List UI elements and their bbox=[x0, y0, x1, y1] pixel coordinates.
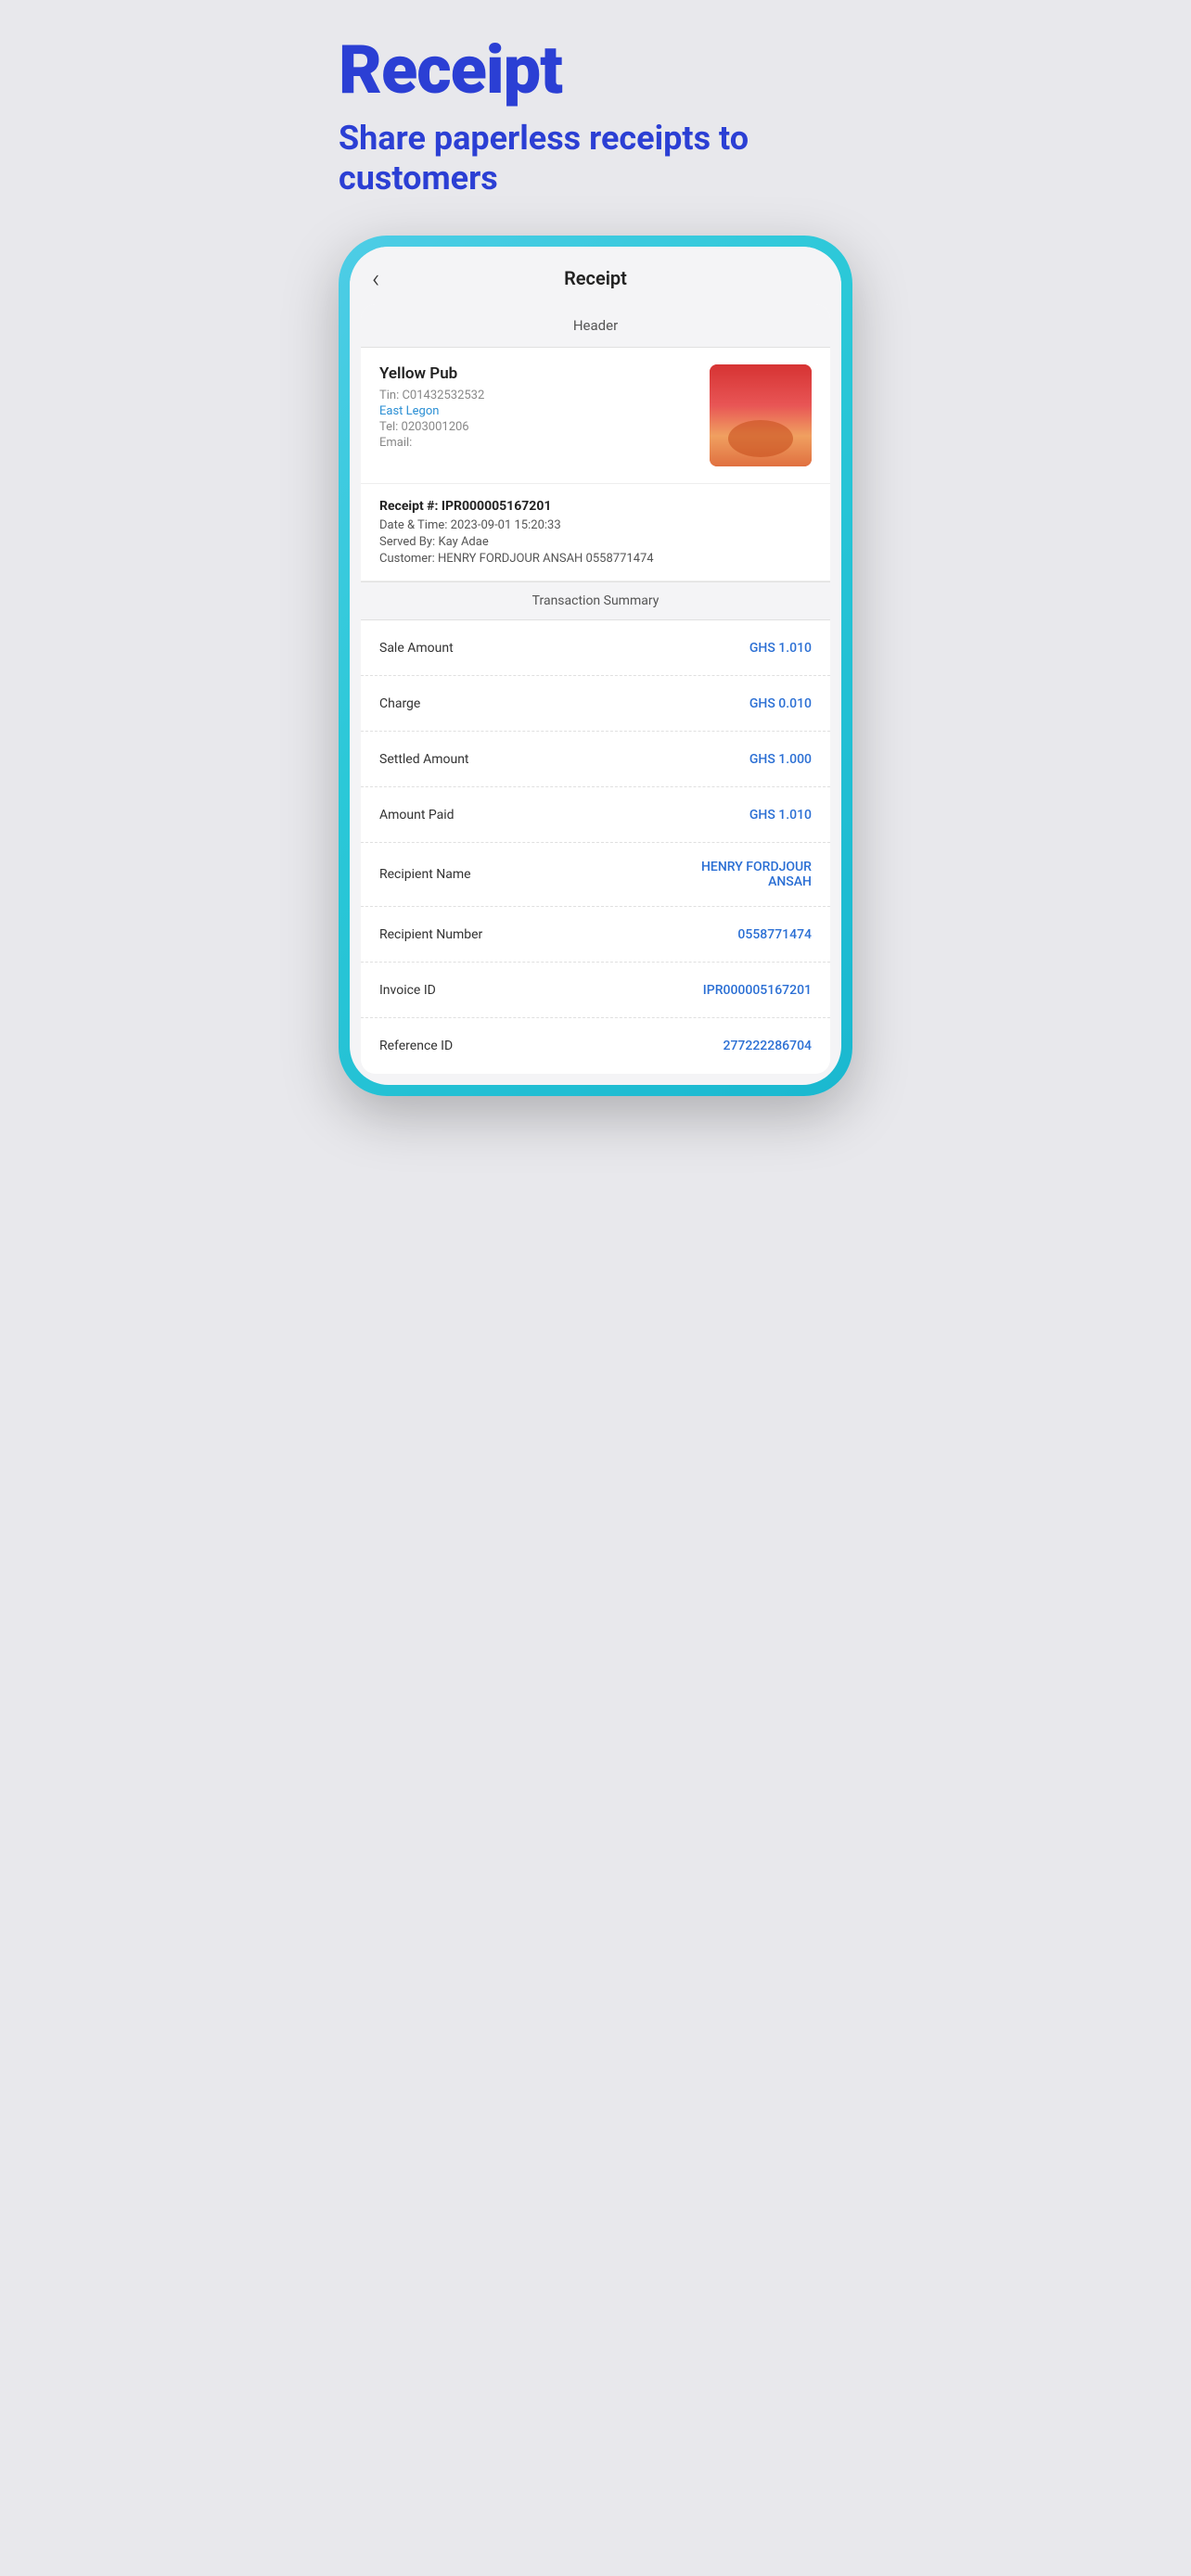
logo-food-decoration bbox=[728, 420, 793, 457]
row-label: Settled Amount bbox=[379, 752, 469, 767]
row-value: GHS 0.010 bbox=[749, 696, 812, 711]
row-label: Invoice ID bbox=[379, 983, 436, 998]
receipt-number-label: Receipt #: bbox=[379, 499, 438, 514]
receipt-customer-value: HENRY FORDJOUR ANSAH 0558771474 bbox=[438, 552, 654, 566]
row-value: GHS 1.010 bbox=[749, 808, 812, 823]
row-value: 277222286704 bbox=[724, 1039, 812, 1053]
business-logo bbox=[710, 364, 812, 466]
receipt-served-label: Served By: bbox=[379, 535, 435, 549]
phone-frame: ‹ Receipt Header Yellow Pub Tin: C014325… bbox=[339, 236, 852, 1096]
business-location: East Legon bbox=[379, 404, 710, 418]
receipt-meta: Receipt #: IPR000005167201 Date & Time: … bbox=[361, 484, 830, 581]
transaction-row: Reference ID 277222286704 bbox=[361, 1018, 830, 1074]
transaction-row: Charge GHS 0.010 bbox=[361, 676, 830, 732]
business-info: Yellow Pub Tin: C01432532532 East Legon … bbox=[361, 348, 830, 484]
row-label: Amount Paid bbox=[379, 808, 455, 823]
row-label: Recipient Number bbox=[379, 927, 482, 942]
business-details: Yellow Pub Tin: C01432532532 East Legon … bbox=[379, 364, 710, 450]
receipt-date-value: 2023-09-01 15:20:33 bbox=[451, 518, 561, 532]
transaction-row: Invoice ID IPR000005167201 bbox=[361, 963, 830, 1018]
section-header-label: Header bbox=[361, 304, 830, 348]
business-tel: Tel: 0203001206 bbox=[379, 420, 710, 434]
receipt-served-by: Served By: Kay Adae bbox=[379, 535, 812, 549]
receipt-number-value: IPR000005167201 bbox=[442, 499, 551, 514]
receipt-header-bar: ‹ Receipt bbox=[350, 247, 841, 304]
receipt-date-label: Date & Time: bbox=[379, 518, 447, 532]
business-name: Yellow Pub bbox=[379, 364, 710, 383]
row-value: 0558771474 bbox=[737, 927, 812, 942]
row-label: Charge bbox=[379, 696, 420, 711]
phone-screen: ‹ Receipt Header Yellow Pub Tin: C014325… bbox=[350, 247, 841, 1085]
transaction-row: Recipient Name HENRY FORDJOUR ANSAH bbox=[361, 843, 830, 907]
transaction-row: Settled Amount GHS 1.000 bbox=[361, 732, 830, 787]
transaction-rows: Sale Amount GHS 1.010 Charge GHS 0.010 Settl… bbox=[361, 620, 830, 1074]
page-title: Receipt bbox=[339, 37, 852, 104]
receipt-customer-label: Customer: bbox=[379, 552, 435, 566]
transaction-row: Sale Amount GHS 1.010 bbox=[361, 620, 830, 676]
page-subtitle: Share paperless receipts to customers bbox=[339, 119, 852, 198]
row-value: IPR000005167201 bbox=[703, 983, 812, 998]
receipt-screen-title: Receipt bbox=[564, 267, 627, 289]
row-value: GHS 1.010 bbox=[749, 641, 812, 656]
business-logo-image bbox=[710, 364, 812, 466]
receipt-date: Date & Time: 2023-09-01 15:20:33 bbox=[379, 518, 812, 532]
business-email: Email: bbox=[379, 436, 710, 450]
receipt-content-card: Header Yellow Pub Tin: C01432532532 East… bbox=[361, 304, 830, 1074]
transaction-row: Recipient Number 0558771474 bbox=[361, 907, 830, 963]
back-button[interactable]: ‹ bbox=[372, 263, 379, 294]
receipt-served-value: Kay Adae bbox=[438, 535, 488, 549]
row-label: Reference ID bbox=[379, 1039, 453, 1053]
row-value: HENRY FORDJOUR ANSAH bbox=[701, 860, 812, 889]
transaction-section-header: Transaction Summary bbox=[361, 581, 830, 620]
row-value: GHS 1.000 bbox=[749, 752, 812, 767]
phone-wrapper: ‹ Receipt Header Yellow Pub Tin: C014325… bbox=[339, 236, 852, 1096]
receipt-customer: Customer: HENRY FORDJOUR ANSAH 055877147… bbox=[379, 552, 812, 566]
receipt-number: Receipt #: IPR000005167201 bbox=[379, 499, 812, 514]
transaction-row: Amount Paid GHS 1.010 bbox=[361, 787, 830, 843]
page-container: Receipt Share paperless receipts to cust… bbox=[298, 0, 893, 1288]
row-label: Recipient Name bbox=[379, 867, 471, 882]
business-tin: Tin: C01432532532 bbox=[379, 389, 710, 402]
row-label: Sale Amount bbox=[379, 641, 454, 656]
